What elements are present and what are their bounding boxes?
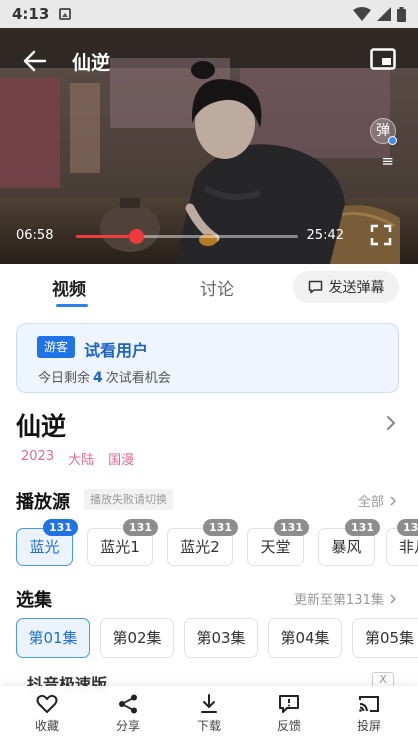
episode-chip-label: 第01集 [28, 629, 78, 647]
heart-icon [36, 694, 58, 713]
fullscreen-icon[interactable] [370, 224, 392, 246]
tab-discuss[interactable]: 讨论 [200, 275, 234, 300]
trial-count: 4 [93, 370, 103, 386]
episode-count-badge: 131 [274, 519, 309, 536]
source-chip[interactable]: 暴风 131 [318, 519, 380, 566]
share-label: 分享 [115, 719, 140, 733]
download-label: 下载 [196, 719, 221, 733]
source-title: 播放源 [16, 492, 70, 513]
episode-count-badge: 131 [123, 519, 158, 536]
chevron-right-icon[interactable] [384, 414, 398, 432]
episode-chip[interactable]: 第04集 [268, 618, 342, 658]
episode-count-badge: 131 [345, 519, 380, 536]
source-all-link[interactable]: 全部 [358, 491, 398, 510]
danmaku-toggle-label: 弹 [376, 123, 390, 139]
source-chip-label: 天堂 [260, 538, 291, 556]
episode-chip-label: 第03集 [196, 629, 246, 647]
episode-chip-label: 第02集 [112, 629, 162, 647]
active-tab-indicator [56, 304, 88, 307]
status-icons [353, 6, 406, 22]
total-time: 25:42 [306, 228, 344, 243]
show-tags: 2023 大陆 国漫 [21, 449, 134, 468]
chevron-right-icon [390, 594, 397, 604]
source-chip-label: 蓝光 [29, 538, 60, 556]
status-bar: 4:13 [0, 0, 418, 28]
source-chip[interactable]: 天堂 131 [247, 519, 309, 566]
feedback-icon [279, 695, 299, 713]
signal-icon [377, 7, 391, 21]
danmaku-on-indicator [388, 136, 397, 145]
trial-info-prefix: 今日剩余 [38, 371, 91, 386]
tag-year: 2023 [21, 449, 55, 464]
episodes-title: 选集 [16, 590, 52, 611]
feedback-button[interactable]: 反馈 [267, 694, 311, 734]
chevron-right-icon [390, 496, 397, 506]
episodes-update-label: 更新至第131集 [294, 593, 384, 608]
trial-user-card: 游客 试看用户 今日剩余 4 次试看机会 [16, 323, 399, 393]
share-button[interactable]: 分享 [106, 694, 150, 734]
source-chip-label: 蓝光1 [100, 538, 140, 556]
download-button[interactable]: 下载 [187, 694, 231, 734]
danmaku-settings-icon[interactable]: ≡ [381, 152, 394, 170]
cast-button[interactable]: 投屏 [347, 694, 391, 734]
tab-video[interactable]: 视频 [52, 275, 86, 300]
guest-badge: 游客 [37, 336, 76, 358]
bottom-action-bar: 收藏 分享 下载 反馈 投屏 [0, 686, 418, 755]
source-list: 蓝光 131 蓝光1 131 蓝光2 131 天堂 131 暴风 131 [16, 519, 380, 566]
send-danmaku-label: 发送弹幕 [328, 280, 385, 296]
download-icon [201, 694, 217, 713]
feedback-label: 反馈 [276, 719, 301, 733]
share-icon [119, 694, 137, 714]
episode-chip-label: 第05集 [365, 629, 415, 647]
episode-chip[interactable]: 第01集 [16, 618, 90, 658]
battery-icon [397, 6, 406, 22]
source-all-label: 全部 [357, 495, 384, 510]
tab-bar: 视频 讨论 发送弹幕 [0, 264, 418, 310]
cast-icon [359, 696, 379, 712]
episodes-update-link[interactable]: 更新至第131集 [294, 589, 398, 608]
status-time: 4:13 [12, 5, 50, 23]
current-time: 06:58 [16, 228, 54, 243]
episode-count-badge: 131 [43, 519, 78, 536]
danmaku-toggle[interactable]: 弹 [370, 118, 397, 145]
video-frame [0, 28, 418, 264]
show-title: 仙逆 [16, 412, 67, 441]
progress-fill [76, 235, 137, 238]
wifi-icon [353, 7, 371, 21]
tag-genre: 国漫 [108, 453, 135, 468]
favorite-label: 收藏 [34, 719, 59, 733]
pip-icon[interactable] [370, 48, 396, 70]
video-player[interactable]: 仙逆 弹 ≡ 06:58 25:42 [0, 28, 418, 264]
episode-chip-label: 第04集 [280, 629, 330, 647]
source-chip-label: 蓝光2 [180, 538, 220, 556]
episode-chip[interactable]: 第05集 [352, 618, 418, 658]
player-title: 仙逆 [72, 52, 111, 74]
back-arrow-icon[interactable] [20, 46, 50, 76]
source-chip[interactable]: 非凡 131 [386, 519, 418, 566]
source-chip[interactable]: 蓝光 131 [16, 519, 78, 566]
trial-info-suffix: 次试看机会 [105, 371, 171, 386]
tag-region: 大陆 [68, 453, 95, 468]
trial-title: 试看用户 [84, 341, 149, 360]
trial-info: 今日剩余 4 次试看机会 [38, 367, 171, 386]
image-icon [59, 8, 72, 20]
episode-chip[interactable]: 第03集 [184, 618, 258, 658]
progress-bar[interactable] [76, 229, 298, 244]
cast-label: 投屏 [356, 719, 381, 733]
episode-count-badge: 131 [397, 519, 418, 536]
favorite-button[interactable]: 收藏 [25, 694, 69, 734]
source-chip[interactable]: 蓝光2 131 [167, 519, 238, 566]
episode-count-badge: 131 [203, 519, 238, 536]
comment-icon [308, 280, 322, 294]
episode-list: 第01集 第02集 第03集 第04集 [16, 618, 342, 658]
source-hint: 播放失败请切换 [84, 489, 173, 510]
source-chip-label: 暴风 [331, 538, 362, 556]
send-danmaku-button[interactable]: 发送弹幕 [293, 271, 399, 303]
episode-chip[interactable]: 第02集 [100, 618, 174, 658]
source-chip[interactable]: 蓝光1 131 [87, 519, 158, 566]
